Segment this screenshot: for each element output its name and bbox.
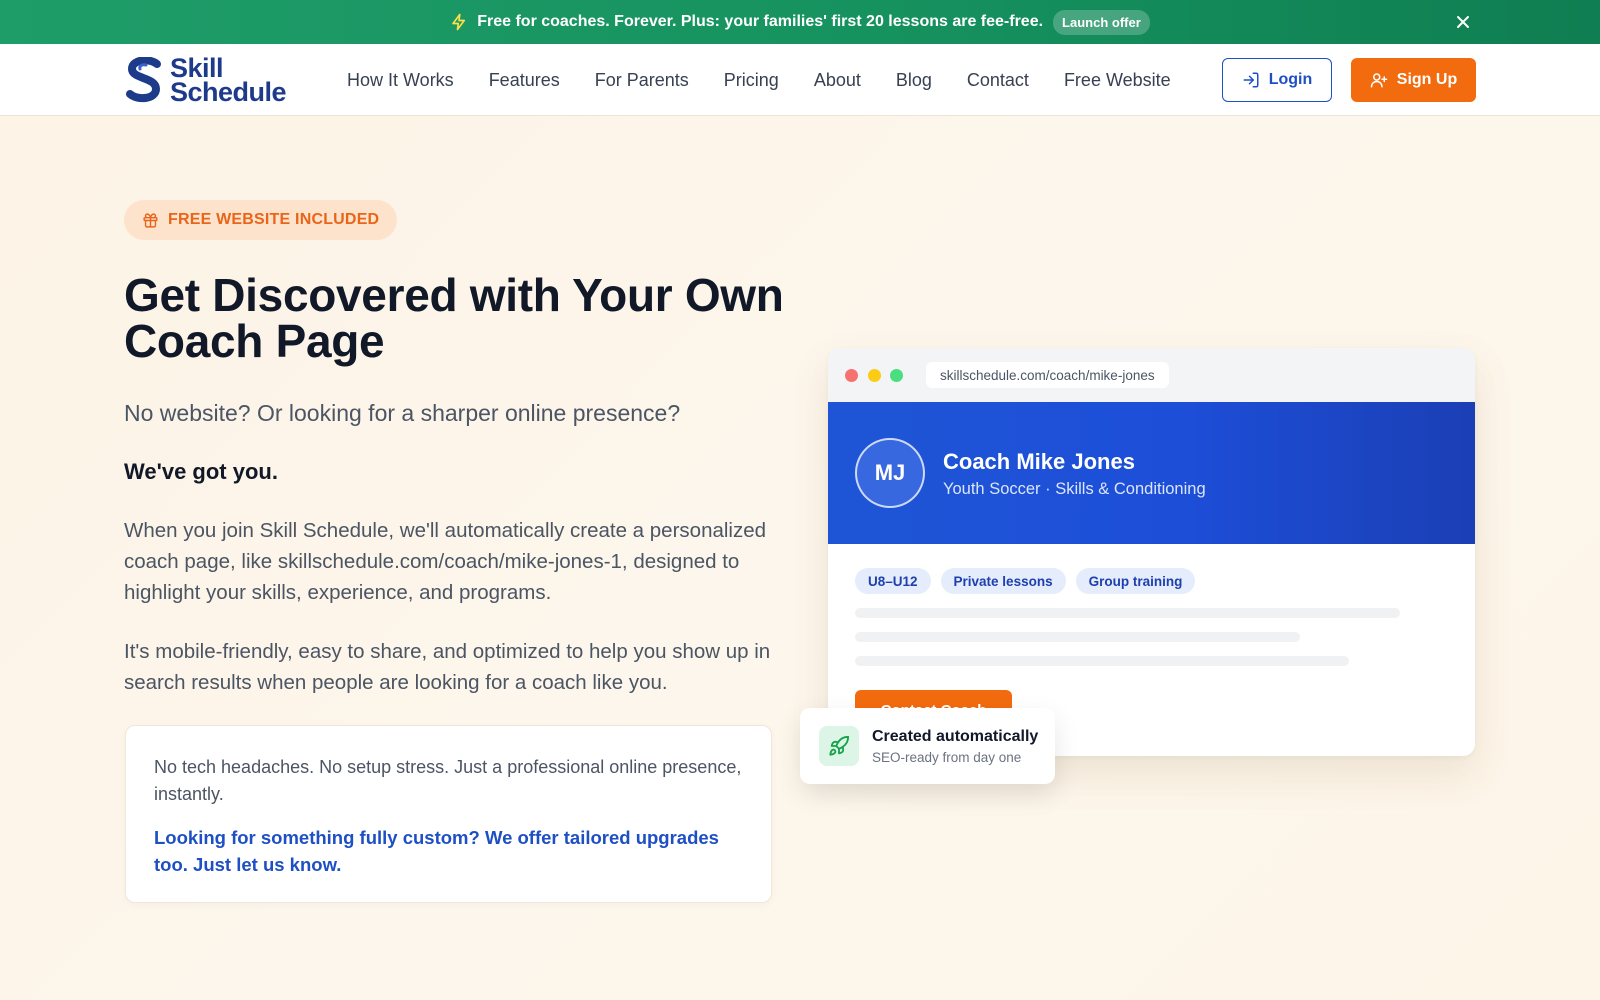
nav-contact[interactable]: Contact (967, 70, 1029, 91)
custom-upgrade-link[interactable]: Looking for something fully custom? We o… (154, 824, 743, 878)
info-card-text: No tech headaches. No setup stress. Just… (154, 757, 742, 804)
coach-name: Coach Mike Jones (943, 449, 1135, 474)
signup-button[interactable]: Sign Up (1351, 58, 1476, 102)
toast-subtitle: SEO-ready from day one (872, 749, 1022, 765)
hero-emphasis: We've got you. (124, 459, 278, 484)
placeholder-line (855, 608, 1400, 618)
window-close-dot (845, 369, 858, 382)
main-nav: How It Works Features For Parents Pricin… (347, 44, 1206, 116)
created-automatically-toast: Created automatically SEO-ready from day… (800, 708, 1055, 784)
hero-paragraph-2: It's mobile-friendly, easy to share, and… (124, 640, 771, 694)
tag-private-lessons: Private lessons (940, 568, 1066, 594)
placeholder-line (855, 632, 1300, 642)
avatar: MJ (855, 438, 925, 508)
info-card: No tech headaches. No setup stress. Just… (125, 725, 772, 903)
toast-title: Created automatically (872, 727, 1039, 745)
placeholder-line (855, 656, 1349, 666)
profile-header: MJ Coach Mike Jones Youth Soccer · Skill… (828, 402, 1475, 544)
rocket-icon (819, 726, 859, 766)
nav-features[interactable]: Features (489, 70, 560, 91)
hero-paragraph-1: When you join Skill Schedule, we'll auto… (124, 519, 767, 604)
launch-offer-badge: Launch offer (1053, 9, 1150, 35)
login-button[interactable]: Login (1222, 58, 1332, 102)
badge-label: FREE WEBSITE INCLUDED (168, 211, 380, 228)
page-title: Get Discovered with Your Own Coach Page (124, 269, 784, 367)
gift-icon (143, 212, 158, 228)
coach-subtitle: Youth Soccer · Skills & Conditioning (943, 480, 1206, 498)
hero-subtitle: No website? Or looking for a sharper onl… (124, 400, 681, 426)
lightning-icon (450, 13, 468, 31)
free-website-badge: FREE WEBSITE INCLUDED (124, 200, 398, 240)
announcement-bar: Free for coaches. Forever. Plus: your fa… (0, 0, 1600, 44)
logo-mark-icon (126, 57, 161, 103)
window-maximize-dot (890, 369, 903, 382)
tag-group-training: Group training (1075, 568, 1196, 594)
nav-for-parents[interactable]: For Parents (595, 70, 689, 91)
tag-age-group: U8–U12 (855, 568, 931, 594)
announcement-text: Free for coaches. Forever. Plus: your fa… (477, 13, 1044, 30)
coach-page-mockup: skillschedule.com/coach/mike-jones MJ Co… (828, 348, 1475, 756)
nav-pricing[interactable]: Pricing (724, 70, 779, 91)
logo[interactable]: Skill Schedule (124, 53, 287, 107)
login-label: Login (1268, 71, 1313, 88)
signup-label: Sign Up (1396, 71, 1458, 88)
user-plus-icon (1370, 73, 1388, 88)
browser-toolbar: skillschedule.com/coach/mike-jones (828, 348, 1475, 402)
url-bar: skillschedule.com/coach/mike-jones (926, 362, 1169, 388)
nav-how-it-works[interactable]: How It Works (347, 70, 454, 91)
tag-list: U8–U12 Private lessons Group training (855, 568, 1205, 594)
login-icon (1243, 72, 1259, 88)
site-header: Skill Schedule How It Works Features For… (0, 44, 1600, 116)
nav-blog[interactable]: Blog (896, 70, 932, 91)
nav-about[interactable]: About (814, 70, 861, 91)
close-icon[interactable] (1454, 13, 1472, 31)
window-minimize-dot (868, 369, 881, 382)
logo-text: Skill Schedule (170, 53, 287, 107)
nav-free-website[interactable]: Free Website (1064, 70, 1171, 91)
